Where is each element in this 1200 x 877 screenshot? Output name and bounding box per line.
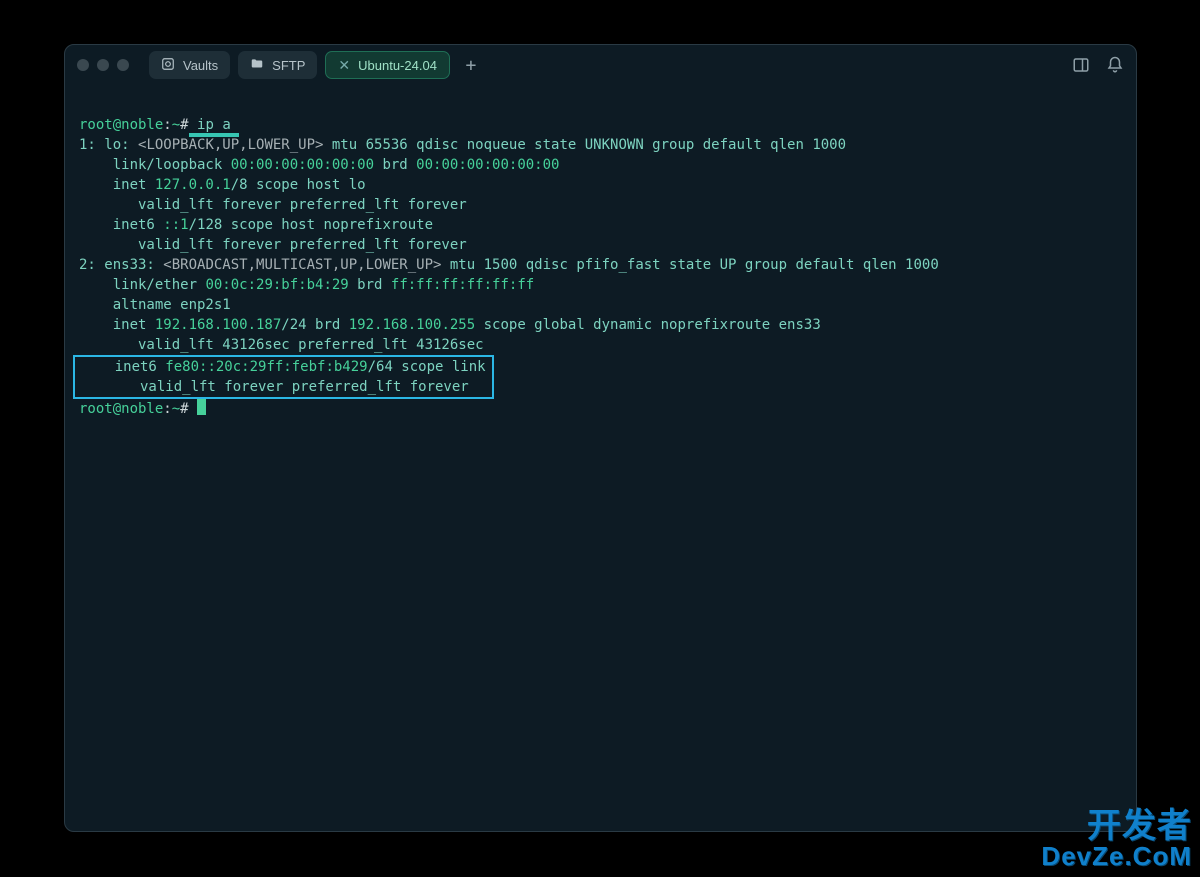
out-line: valid_lft 43126sec preferred_lft 43126se…: [79, 337, 484, 353]
mac-addr: 00:00:00:00:00:00: [416, 157, 559, 173]
prompt-sep: :: [163, 117, 171, 133]
mac-addr: 00:0c:29:bf:b4:29: [205, 277, 348, 293]
out-line: mtu 65536 qdisc noqueue state UNKNOWN gr…: [323, 137, 846, 153]
out-line: brd: [374, 157, 416, 173]
tab-sftp-label: SFTP: [272, 58, 305, 73]
out-line: inet: [79, 177, 155, 193]
mac-addr: ff:ff:ff:ff:ff:ff: [391, 277, 534, 293]
prompt-hash: #: [180, 117, 188, 133]
prompt-path: ~: [172, 401, 180, 417]
tab-vaults-label: Vaults: [183, 58, 218, 73]
watermark-line2: DevZe.CoM: [1041, 841, 1192, 871]
out-line: /128 scope host noprefixroute: [189, 217, 433, 233]
out-line: link/loopback: [79, 157, 231, 173]
vault-icon: [161, 57, 175, 74]
titlebar: Vaults SFTP ✕ Ubuntu-24.04 +: [65, 45, 1136, 85]
out-line: valid_lft forever preferred_lft forever: [79, 197, 467, 213]
watermark: 开发者 DevZe.CoM: [1041, 811, 1192, 871]
out-line: /64 scope link: [368, 359, 486, 375]
ip6-addr: ::1: [163, 217, 188, 233]
window-controls: [77, 59, 129, 71]
out-line: <BROADCAST,MULTICAST,UP,LOWER_UP>: [163, 257, 441, 273]
out-line: valid_lft forever preferred_lft forever: [81, 379, 469, 395]
cursor: [197, 399, 206, 415]
titlebar-actions: [1072, 56, 1124, 74]
folder-icon: [250, 57, 264, 74]
tab-sftp[interactable]: SFTP: [238, 51, 317, 79]
bell-icon[interactable]: [1106, 56, 1124, 74]
out-line: mtu 1500 qdisc pfifo_fast state UP group…: [441, 257, 938, 273]
out-line: <LOOPBACK,UP,LOWER_UP>: [138, 137, 323, 153]
out-line: 2: ens33:: [79, 257, 163, 273]
maximize-window-button[interactable]: [117, 59, 129, 71]
tab-ubuntu[interactable]: ✕ Ubuntu-24.04: [325, 51, 450, 79]
highlighted-ipv6-block: inet6 fe80::20c:29ff:febf:b429/64 scope …: [73, 355, 494, 399]
out-line: 1: lo:: [79, 137, 138, 153]
new-tab-button[interactable]: +: [458, 52, 484, 78]
out-line: scope global dynamic noprefixroute ens33: [475, 317, 821, 333]
close-window-button[interactable]: [77, 59, 89, 71]
out-line: valid_lft forever preferred_lft forever: [79, 237, 467, 253]
terminal-body[interactable]: root@noble:~# ip a 1: lo: <LOOPBACK,UP,L…: [65, 85, 1136, 831]
prompt-path: ~: [172, 117, 180, 133]
ip-addr: 192.168.100.255: [349, 317, 475, 333]
out-line: /8 scope host lo: [231, 177, 366, 193]
terminal-window: Vaults SFTP ✕ Ubuntu-24.04 + root@nobl: [64, 44, 1137, 832]
tab-bar: Vaults SFTP ✕ Ubuntu-24.04 +: [149, 51, 1064, 79]
command-text: ip a: [189, 117, 240, 137]
out-line: inet: [79, 317, 155, 333]
prompt-hash: #: [180, 401, 188, 417]
out-line: brd: [349, 277, 391, 293]
ip-addr: 127.0.0.1: [155, 177, 231, 193]
mac-addr: 00:00:00:00:00:00: [231, 157, 374, 173]
out-line: link/ether: [79, 277, 205, 293]
prompt-sep: :: [163, 401, 171, 417]
ip-addr: 192.168.100.187: [155, 317, 281, 333]
out-line: inet6: [79, 217, 163, 233]
out-line: altname enp2s1: [79, 297, 231, 313]
out-line: /24 brd: [281, 317, 348, 333]
prompt-userhost: root@noble: [79, 117, 163, 133]
watermark-line1: 开发者: [1041, 811, 1192, 841]
ip6-addr: fe80::20c:29ff:febf:b429: [165, 359, 367, 375]
panel-icon[interactable]: [1072, 56, 1090, 74]
tab-ubuntu-label: Ubuntu-24.04: [358, 58, 437, 73]
tab-vaults[interactable]: Vaults: [149, 51, 230, 79]
minimize-window-button[interactable]: [97, 59, 109, 71]
prompt-userhost: root@noble: [79, 401, 163, 417]
out-line: inet6: [81, 359, 165, 375]
close-tab-icon[interactable]: ✕: [338, 57, 350, 74]
